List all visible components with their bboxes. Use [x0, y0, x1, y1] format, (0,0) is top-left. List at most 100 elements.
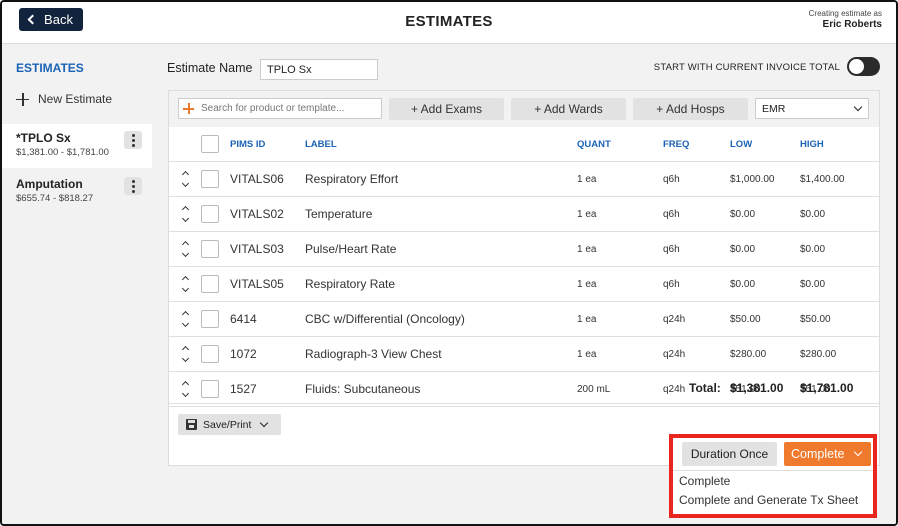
search-box[interactable] [178, 98, 382, 119]
sidebar-estimate-amputation[interactable]: Amputation $655.74 - $818.27 [2, 170, 152, 214]
add-wards-button[interactable]: + Add Wards [511, 98, 626, 120]
cell-pims: VITALS05 [230, 277, 284, 291]
reorder-arrows-icon[interactable] [181, 343, 191, 365]
cell-freq: q6h [663, 209, 680, 220]
cell-freq: q6h [663, 279, 680, 290]
cell-pims: VITALS03 [230, 242, 284, 256]
cell-low: $280.00 [730, 349, 767, 360]
new-estimate-label: New Estimate [38, 92, 113, 106]
sidebar-heading: ESTIMATES [16, 61, 84, 75]
search-input[interactable] [201, 103, 371, 114]
cell-quant: 1 ea [577, 244, 597, 255]
save-icon [186, 419, 197, 430]
col-high: HIGH [800, 139, 824, 150]
cell-quant: 1 ea [577, 349, 597, 360]
creating-as-info: Creating estimate as Eric Roberts [809, 8, 882, 30]
more-options-icon[interactable] [124, 177, 142, 195]
complete-dropdown-button[interactable]: Complete [784, 442, 871, 466]
col-freq: FREQ [663, 139, 690, 150]
start-invoice-label: START WITH CURRENT INVOICE TOTAL [653, 62, 840, 73]
total-row: Total: $1,381.00 $1,781.00 [169, 372, 879, 404]
cell-low: $1,000.00 [730, 174, 775, 185]
cell-freq: q6h [663, 244, 680, 255]
toggle-knob [849, 59, 864, 74]
creating-as-label: Creating estimate as [808, 9, 882, 18]
col-quant: QUANT [577, 139, 611, 150]
col-label: LABEL [305, 139, 337, 150]
row-checkbox[interactable] [201, 310, 219, 328]
row-checkbox[interactable] [201, 275, 219, 293]
new-estimate-button[interactable]: New Estimate [16, 92, 112, 106]
reorder-arrows-icon[interactable] [181, 273, 191, 295]
save-print-label: Save/Print [203, 418, 252, 431]
cell-freq: q24h [663, 349, 686, 360]
sidebar: ESTIMATES New Estimate *TPLO Sx $1,381.0… [2, 44, 152, 524]
select-all-checkbox[interactable] [201, 135, 219, 153]
table-row: 1072 Radiograph-3 View Chest 1 ea q24h $280.… [169, 337, 879, 372]
cell-quant: 1 ea [577, 314, 597, 325]
row-checkbox[interactable] [201, 345, 219, 363]
cell-high: $0.00 [800, 244, 826, 255]
cell-freq: q6h [663, 174, 680, 185]
more-options-icon[interactable] [124, 131, 142, 149]
estimate-panel: + Add Exams + Add Wards + Add Hosps EMR … [168, 90, 880, 466]
add-exams-button[interactable]: + Add Exams [389, 98, 504, 120]
cell-pims: 6414 [230, 312, 257, 326]
add-hosps-button[interactable]: + Add Hosps [633, 98, 748, 120]
table-row: VITALS05 Respiratory Rate 1 ea q6h $0.00 $0.0… [169, 267, 879, 302]
cell-low: $50.00 [730, 314, 761, 325]
col-low: LOW [730, 139, 753, 150]
reorder-arrows-icon[interactable] [181, 203, 191, 225]
complete-menu-highlight: Duration Once Complete Complete Complete… [669, 434, 877, 518]
start-invoice-toggle[interactable] [847, 57, 880, 76]
reorder-arrows-icon[interactable] [181, 238, 191, 260]
cell-low: $0.00 [730, 209, 756, 220]
estimate-name-label: Estimate Name [167, 61, 253, 75]
sidebar-estimate-tplo[interactable]: *TPLO Sx $1,381.00 - $1,781.00 [2, 124, 152, 168]
total-label: Total: [689, 381, 721, 395]
page-title: ESTIMATES [405, 13, 493, 30]
save-print-button[interactable]: Save/Print [178, 414, 281, 435]
total-high: $1,781.00 [800, 381, 854, 395]
duration-once-button[interactable]: Duration Once [682, 442, 777, 466]
chevron-down-icon [853, 102, 863, 112]
chevron-down-icon [260, 418, 269, 428]
cell-high: $1,400.00 [800, 174, 845, 185]
table-row: VITALS03 Pulse/Heart Rate 1 ea q6h $0.00 $0.0… [169, 232, 879, 267]
cell-pims: VITALS06 [230, 172, 284, 186]
menu-item-complete[interactable]: Complete [679, 474, 730, 488]
cell-quant: 1 ea [577, 209, 597, 220]
cell-low: $0.00 [730, 279, 756, 290]
plus-icon [16, 92, 29, 106]
chevron-down-icon [853, 447, 863, 457]
app-window: Back ESTIMATES Creating estimate as Eric… [0, 0, 898, 526]
add-plus-icon [183, 103, 194, 114]
reorder-arrows-icon[interactable] [181, 308, 191, 330]
cell-label: Respiratory Effort [305, 172, 399, 186]
cell-label: CBC w/Differential (Oncology) [305, 312, 465, 326]
cell-quant: 1 ea [577, 279, 597, 290]
menu-divider [673, 470, 873, 471]
cell-quant: 1 ea [577, 174, 597, 185]
emr-select[interactable]: EMR [755, 98, 869, 119]
cell-pims: 1072 [230, 347, 257, 361]
complete-label: Complete [791, 447, 845, 461]
row-checkbox[interactable] [201, 240, 219, 258]
toolbar: + Add Exams + Add Wards + Add Hosps EMR [169, 91, 879, 127]
cell-pims: VITALS02 [230, 207, 284, 221]
table-row: VITALS02 Temperature 1 ea q6h $0.00 $0.00 [169, 197, 879, 232]
cell-label: Respiratory Rate [305, 277, 396, 291]
cell-label: Temperature [305, 207, 373, 221]
emr-select-value: EMR [762, 102, 786, 115]
cell-low: $0.00 [730, 244, 756, 255]
table-header: PIMS ID LABEL QUANT FREQ LOW HIGH [169, 127, 879, 162]
reorder-arrows-icon[interactable] [181, 168, 191, 190]
cell-label: Pulse/Heart Rate [305, 242, 397, 256]
estimate-name-input[interactable] [260, 59, 378, 80]
col-pims-id: PIMS ID [230, 139, 266, 150]
cell-high: $280.00 [800, 349, 837, 360]
total-low: $1,381.00 [730, 381, 784, 395]
row-checkbox[interactable] [201, 205, 219, 223]
row-checkbox[interactable] [201, 170, 219, 188]
menu-item-complete-generate-tx[interactable]: Complete and Generate Tx Sheet [679, 493, 858, 507]
